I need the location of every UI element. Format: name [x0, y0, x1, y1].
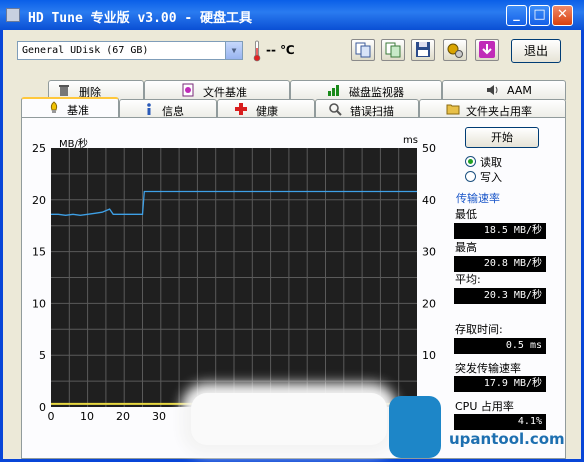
cpu-usage-value: 4.1% [454, 414, 546, 430]
avg-value: 20.3 MB/秒 [454, 288, 546, 304]
max-label: 最高 [455, 241, 477, 254]
y-tick-left: 5 [39, 349, 46, 362]
blurred-region [191, 393, 387, 445]
read-label: 读取 [480, 156, 502, 169]
y-tick-right: 40 [422, 194, 436, 207]
y-tick-left: 10 [32, 297, 46, 310]
access-time-label: 存取时间: [455, 323, 503, 336]
x-tick: 20 [116, 410, 130, 423]
x-tick: 10 [80, 410, 94, 423]
y-tick-left: 20 [32, 194, 46, 207]
write-label: 写入 [480, 171, 502, 184]
max-value: 20.8 MB/秒 [454, 256, 546, 272]
y-tick-left: 0 [39, 401, 46, 414]
watermark-site: upantool.com [449, 430, 565, 448]
cpu-usage-label: CPU 占用率 [455, 400, 514, 413]
y-tick-left: 25 [32, 142, 46, 155]
x-tick: 0 [48, 410, 55, 423]
write-radio[interactable] [465, 171, 476, 182]
min-value: 18.5 MB/秒 [454, 223, 546, 239]
min-label: 最低 [455, 208, 477, 221]
radio-dot [468, 159, 473, 164]
read-radio[interactable] [465, 156, 476, 167]
burst-rate-value: 17.9 MB/秒 [454, 376, 546, 392]
burst-rate-label: 突发传输速率 [455, 362, 521, 375]
app-window: HD Tune 专业版 v3.00 - 硬盘工具 _ □ ✕ General U… [0, 0, 584, 462]
x-tick: 30 [152, 410, 166, 423]
avg-label: 平均: [455, 273, 481, 286]
transfer-rate-heading: 传输速率 [456, 192, 500, 205]
y-tick-right: 50 [422, 142, 436, 155]
y-tick-right: 20 [422, 297, 436, 310]
start-button[interactable]: 开始 [465, 127, 539, 148]
y-tick-right: 10 [422, 349, 436, 362]
access-time-value: 0.5 ms [454, 338, 546, 354]
y-tick-left: 15 [32, 246, 46, 259]
watermark-logo [389, 396, 441, 458]
y-tick-right: 30 [422, 246, 436, 259]
